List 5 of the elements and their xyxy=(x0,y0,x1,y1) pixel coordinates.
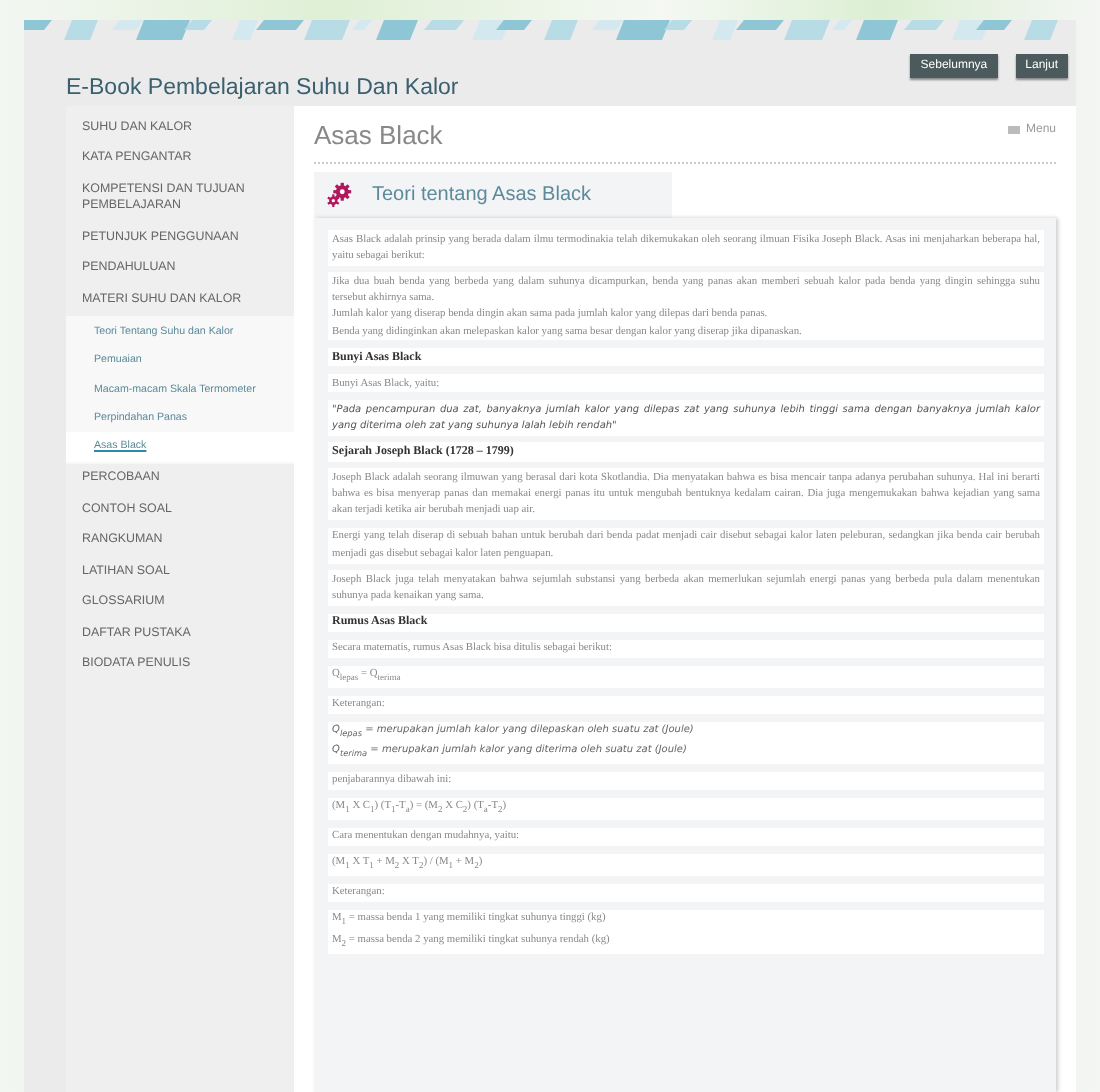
menu-icon xyxy=(1007,125,1020,135)
site-title: E-Book Pembelajaran Suhu Dan Kalor xyxy=(66,74,459,100)
gears-icon xyxy=(326,182,352,208)
section-title: Teori tentang Asas Black xyxy=(372,184,592,206)
page-title: Asas Black xyxy=(314,120,443,150)
